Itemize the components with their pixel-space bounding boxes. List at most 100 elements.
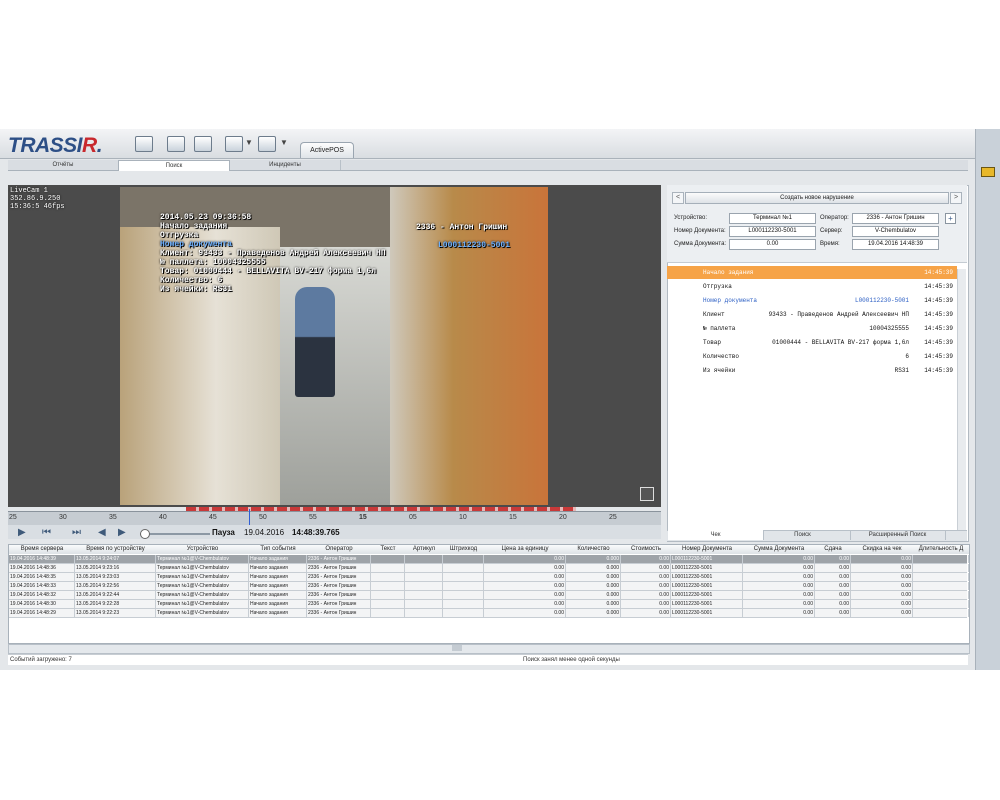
step-forward-icon[interactable]: ▶ — [118, 527, 126, 538]
table-hscroll-thumb[interactable] — [452, 645, 462, 651]
skip-back-icon[interactable]: ⏮ — [42, 527, 51, 538]
column-header[interactable]: Время сервера — [9, 545, 76, 554]
subtab-search[interactable]: Поиск — [755, 530, 851, 540]
table-hscrollbar[interactable] — [8, 644, 970, 654]
table-cell — [443, 600, 484, 608]
table-row[interactable]: 19.04.2016 14:48:39 13.05.2014 9:24:07 Тер… — [9, 555, 969, 564]
column-header[interactable]: Номер Документа — [671, 545, 744, 554]
column-header[interactable]: Текст — [371, 545, 406, 554]
chevron-right-icon[interactable]: > — [950, 192, 962, 204]
table-cell — [371, 582, 405, 590]
camera-icon[interactable] — [981, 167, 995, 177]
table-row[interactable]: 19.04.2016 14:48:33 13.05.2014 9:22:56 Тер… — [9, 582, 969, 591]
table-row[interactable]: 19.04.2016 14:48:29 13.05.2014 9:22:23 Тер… — [9, 609, 969, 618]
log-scrollbar[interactable] — [957, 269, 966, 531]
grid-icon[interactable] — [640, 487, 654, 501]
table-cell: Начало задания — [249, 555, 307, 563]
chevron-down-icon[interactable]: ▼ — [245, 138, 253, 147]
log-row[interactable]: Количество 6 14:45:39 — [667, 350, 957, 363]
column-header[interactable]: Цена за единицу — [484, 545, 567, 554]
edit-icon[interactable] — [167, 136, 185, 152]
log-row[interactable]: Начало задания 14:45:39 — [667, 266, 957, 279]
table-cell: Начало задания — [249, 564, 307, 572]
table-row[interactable]: 19.04.2016 14:48:35 13.05.2014 9:23:03 Тер… — [9, 573, 969, 582]
time-field[interactable]: 19.04.2016 14:48:39 — [852, 239, 939, 250]
table-cell: Терминал №1@V-Chembulatov — [156, 555, 249, 563]
table-cell: 0.00 — [743, 582, 815, 590]
log-row[interactable]: Отгрузка 14:45:39 — [667, 280, 957, 293]
document-icon[interactable] — [194, 136, 212, 152]
column-header[interactable]: Оператор — [307, 545, 372, 554]
table-cell: 0.00 — [851, 582, 913, 590]
pointer-icon[interactable] — [225, 136, 243, 152]
log-row[interactable]: Номер документа L000112230-5001 14:45:39 — [667, 294, 957, 307]
table-cell: 13.05.2014 9:24:07 — [75, 555, 156, 563]
step-back-icon[interactable]: ◀ — [98, 527, 106, 538]
table-row[interactable]: 19.04.2016 14:48:36 13.05.2014 9:23:16 Тер… — [9, 564, 969, 573]
play-icon[interactable]: ▶ — [18, 527, 26, 538]
table-cell: 0.00 — [743, 609, 815, 617]
column-header[interactable]: Время по устройству — [75, 545, 157, 554]
column-header[interactable]: Сдача — [815, 545, 852, 554]
skip-forward-icon[interactable]: ⏭ — [72, 527, 81, 538]
sum-field[interactable]: 0.00 — [729, 239, 816, 250]
column-header[interactable]: Сумма Документа — [743, 545, 816, 554]
playback-date: 19.04.2016 — [244, 528, 285, 537]
table-cell: 0.00 — [815, 591, 851, 599]
column-header[interactable]: Штрихкод — [443, 545, 485, 554]
column-header[interactable]: Артикул — [405, 545, 444, 554]
tab-incidents[interactable]: Инциденты — [230, 160, 341, 170]
table-cell: 19.04.2016 14:48:39 — [9, 555, 75, 563]
table-cell: 0.00 — [484, 573, 566, 581]
tick-label: 20 — [559, 514, 567, 521]
video-frame: 2014.05.23 09:36:58 Начало задания Отгру… — [120, 187, 548, 505]
tab-activepos[interactable]: ActivePOS — [300, 142, 354, 158]
table-cell: Терминал №1@V-Chembulatov — [156, 609, 249, 617]
layout-icon[interactable] — [258, 136, 276, 152]
monitor-icon[interactable] — [135, 136, 153, 152]
table-cell — [443, 573, 484, 581]
overlay-docno: L000112230-5001 — [438, 241, 511, 250]
add-icon[interactable]: + — [945, 213, 956, 224]
table-cell: L000112230-5001 — [671, 609, 743, 617]
table-cell: 0.00 — [484, 555, 566, 563]
operator-field[interactable]: 2336 - Антон Гришин — [852, 213, 939, 224]
chevron-left-icon[interactable]: < — [672, 192, 684, 204]
timeline-cursor[interactable] — [249, 509, 250, 525]
subtab-receipt[interactable]: Чек — [668, 530, 764, 540]
column-header[interactable]: Количество — [566, 545, 622, 554]
table-cell: 2336 - Антон Гришин — [307, 600, 371, 608]
column-header[interactable]: Устройство — [156, 545, 250, 554]
log-row[interactable]: Клиент 93433 - Праведенов Андрей Алексеев… — [667, 308, 957, 321]
video-player[interactable]: LiveCam 1 352.86.9.250 15:36:5 46fps 201… — [8, 185, 661, 507]
table-cell: 0.00 — [621, 600, 671, 608]
device-field[interactable]: Терминал №1 — [729, 213, 816, 224]
speed-slider[interactable] — [140, 533, 210, 535]
playback-time: 14:48:39.765 — [292, 528, 340, 537]
time-label: Время: — [820, 241, 840, 247]
tick-label: 25 — [9, 514, 17, 521]
server-field[interactable]: V-Chembulatov — [852, 226, 939, 237]
table-cell: Начало задания — [249, 591, 307, 599]
log-row[interactable]: № паллета 10004325555 14:45:39 — [667, 322, 957, 335]
table-row[interactable]: 19.04.2016 14:48:32 13.05.2014 9:22:44 Тер… — [9, 591, 969, 600]
speed-slider-knob[interactable] — [140, 529, 150, 539]
column-header[interactable]: Скидка на чек — [851, 545, 914, 554]
tab-reports[interactable]: Отчёты — [8, 160, 119, 170]
column-header[interactable]: Стоимость — [621, 545, 672, 554]
status-search-time: Поиск занял менее одной секунды — [523, 657, 620, 663]
log-row[interactable]: Товар 01000444 - BELLAVITA BV-217 форма 1… — [667, 336, 957, 349]
column-header[interactable]: Тип события — [249, 545, 308, 554]
table-cell: 19.04.2016 14:48:29 — [9, 609, 75, 617]
table-cell: L000112230-5001 — [671, 591, 743, 599]
column-header[interactable]: Длительность Д — [913, 545, 969, 554]
create-violation-button[interactable]: Создать новое нарушение — [685, 192, 949, 204]
subtab-advanced-search[interactable]: Расширенный Поиск — [850, 530, 946, 540]
table-cell — [405, 555, 443, 563]
log-row[interactable]: Из ячейки RS31 14:45:39 — [667, 364, 957, 377]
table-row[interactable]: 19.04.2016 14:48:30 13.05.2014 9:22:28 Тер… — [9, 600, 969, 609]
docno-field[interactable]: L000112230-5001 — [729, 226, 816, 237]
table-cell: 19.04.2016 14:48:30 — [9, 600, 75, 608]
chevron-down-icon[interactable]: ▼ — [280, 138, 288, 147]
tab-search[interactable]: Поиск — [118, 160, 230, 171]
